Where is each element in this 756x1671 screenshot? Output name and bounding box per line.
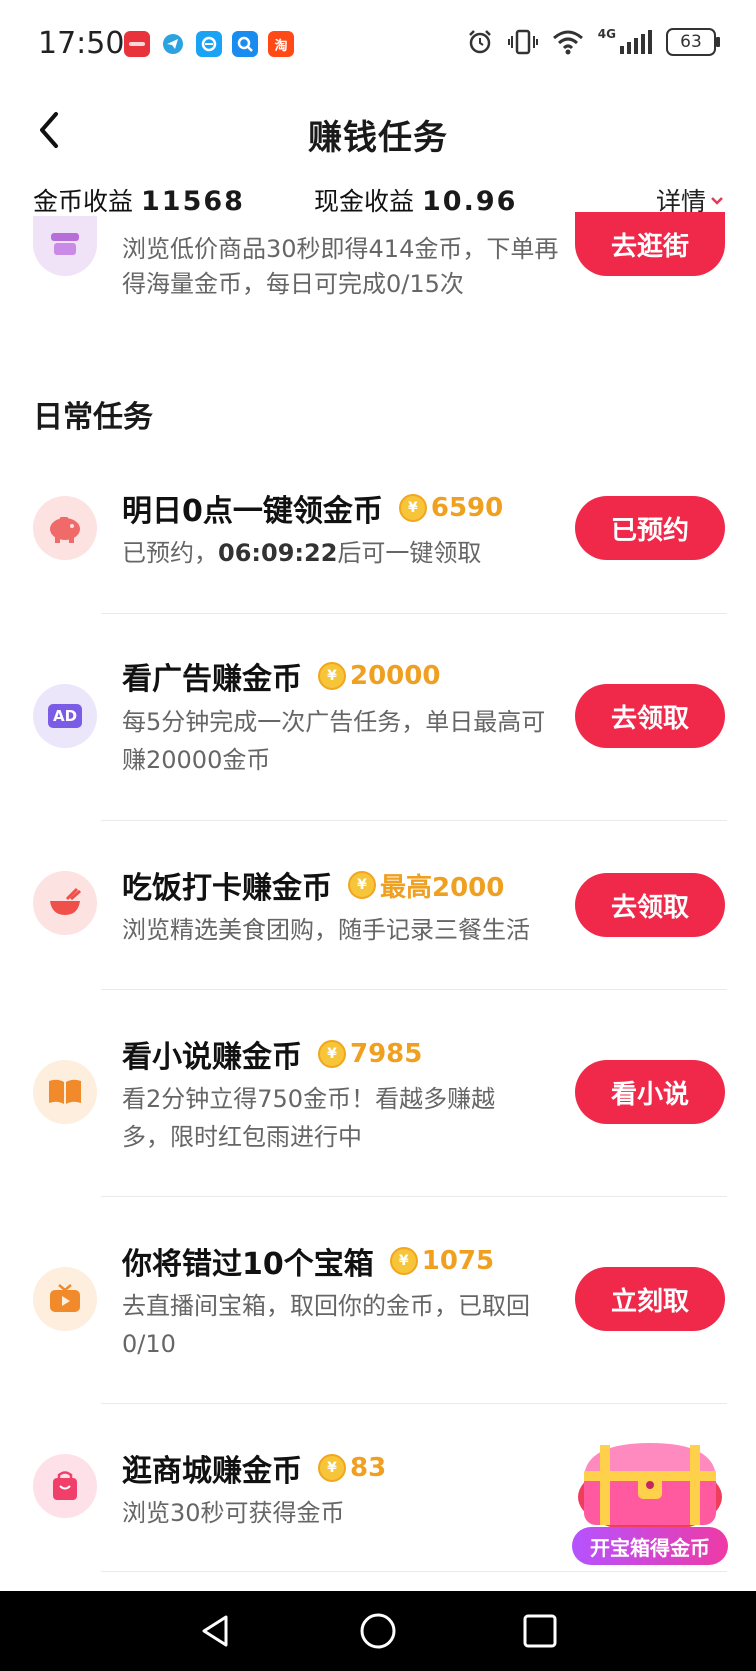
task-name: 你将错过10个宝箱 ¥1075: [122, 1239, 494, 1283]
task-reward: ¥ 最高2000: [348, 867, 504, 904]
task-title: 吃饭打卡赚金币: [122, 871, 332, 906]
circle-home-icon: [360, 1613, 396, 1649]
header: 赚钱任务: [0, 90, 756, 190]
coin-icon: ¥: [348, 871, 376, 899]
coin-icon: ¥: [398, 494, 427, 522]
task-reward: ¥7985: [318, 1039, 422, 1069]
task-desc: 看2分钟立得750金币！看越多赚越多，限时红包雨进行中: [122, 1085, 496, 1151]
coin-earnings-label: 金币收益: [33, 187, 134, 216]
go-shopping-button[interactable]: 去逛街: [575, 212, 725, 276]
task-title: 明日0点一键领金币: [122, 494, 383, 529]
task-title: 看广告赚金币: [122, 662, 302, 697]
task-reward-amount: 83: [350, 1453, 387, 1483]
divider: [101, 613, 727, 614]
claim-button[interactable]: 去领取: [575, 684, 725, 748]
task-name: 看广告赚金币 ¥20000: [122, 654, 440, 698]
coin-icon: ¥: [318, 662, 346, 690]
task-reward-amount: 7985: [350, 1039, 423, 1069]
task-desc-prefix: 已预约，: [122, 539, 218, 567]
book-icon: [33, 1060, 97, 1124]
task-reward-amount: 20000: [350, 661, 441, 691]
chevron-down-icon: [710, 191, 724, 210]
task-title: 你将错过10个宝箱: [122, 1247, 374, 1282]
countdown-timer: 06:09:22: [218, 539, 338, 567]
task-name: 吃饭打卡赚金币 ¥ 最高2000: [122, 863, 504, 907]
task-title: 看小说赚金币: [122, 1040, 302, 1075]
battery-icon: 63: [666, 28, 720, 56]
task-reward-amount: 1075: [421, 1246, 495, 1276]
coin-icon: ¥: [318, 1454, 346, 1482]
reserved-button[interactable]: 已预约: [575, 496, 725, 560]
task-reward: ¥20000: [318, 661, 440, 691]
task-name: 明日0点一键领金币 ¥6590: [122, 486, 503, 530]
tv-icon: [33, 1267, 97, 1331]
nav-back-button[interactable]: [196, 1611, 236, 1651]
piggy-bank-icon: [33, 496, 97, 560]
task-reward-amount: 6590: [430, 493, 504, 523]
divider: [101, 1571, 727, 1572]
divider: [101, 820, 727, 821]
status-app-icons: 淘: [124, 31, 294, 57]
divider: [101, 989, 727, 990]
task-reward: ¥6590: [398, 493, 504, 523]
daily-tasks-title: 日常任务: [33, 400, 153, 435]
search-app-icon: [232, 31, 258, 57]
status-bar: 17:50 淘 4G 63: [0, 0, 756, 90]
ad-icon: AD: [33, 684, 97, 748]
alarm-icon: [468, 30, 491, 54]
task-desc-suffix: 后可一键领取: [337, 539, 482, 567]
status-time: 17:50: [38, 26, 125, 61]
task-desc: 已预约，06:09:22后可一键领取: [122, 534, 562, 572]
cash-earnings-value: 10.96: [422, 186, 518, 217]
task-title: 逛商城赚金币: [122, 1454, 302, 1489]
status-indicators: 4G 63: [466, 27, 720, 56]
cash-earnings-label: 现金收益: [314, 187, 415, 216]
network-type: 4G: [597, 27, 616, 41]
divider: [101, 1196, 727, 1197]
treasure-chest-button[interactable]: 开宝箱得金币: [570, 1435, 730, 1565]
coin-icon: ¥: [318, 1040, 346, 1068]
nav-recents-button[interactable]: [520, 1611, 560, 1651]
wifi-icon: [552, 30, 583, 55]
read-novel-button[interactable]: 看小说: [575, 1060, 725, 1124]
huawei-icon: [124, 31, 150, 57]
vibrate-icon: [507, 29, 538, 55]
task-desc: 浏览精选美食团购，随手记录三餐生活: [122, 916, 530, 944]
claim-now-button[interactable]: 立刻取: [575, 1267, 725, 1331]
nav-home-button[interactable]: [358, 1611, 398, 1651]
divider: [101, 1403, 727, 1404]
task-name: 看小说赚金币 ¥7985: [122, 1032, 422, 1076]
square-recents-icon: [523, 1614, 557, 1648]
bowl-icon: [33, 871, 97, 935]
taobao-icon: 淘: [268, 31, 294, 57]
coin-earnings: 金币收益 11568: [33, 182, 245, 218]
task-reward: ¥1075: [389, 1246, 495, 1276]
claim-button[interactable]: 去领取: [575, 873, 725, 937]
shop-icon: [33, 216, 97, 276]
task-desc: 去直播间宝箱，取回你的金币，已取回0/10: [122, 1292, 530, 1358]
task-desc: 浏览30秒可获得金币: [122, 1499, 345, 1527]
task-reward: ¥83: [318, 1453, 386, 1483]
partial-task-desc: 浏览低价商品30秒即得414金币，下单再得海量金币，每日可完成0/15次: [122, 235, 559, 298]
coin-icon: ¥: [389, 1247, 418, 1275]
eleme-icon: [196, 31, 222, 57]
task-name: 逛商城赚金币 ¥83: [122, 1446, 386, 1490]
task-desc: 每5分钟完成一次广告任务，单日最高可赚20000金币: [122, 708, 546, 774]
triangle-back-icon: [202, 1615, 228, 1647]
signal-icon: [620, 30, 652, 54]
page-title: 赚钱任务: [308, 118, 448, 158]
shopping-bag-icon: [33, 1454, 97, 1518]
treasure-chest-icon: [578, 1443, 722, 1533]
coin-earnings-value: 11568: [141, 186, 245, 217]
ad-icon-label: AD: [48, 704, 82, 728]
cash-earnings: 现金收益 10.96: [314, 182, 517, 218]
treasure-label: 开宝箱得金币: [572, 1527, 728, 1565]
task-reward-amount: 最高2000: [380, 872, 505, 903]
system-nav-bar: [0, 1591, 756, 1671]
telegram-icon: [160, 31, 186, 57]
